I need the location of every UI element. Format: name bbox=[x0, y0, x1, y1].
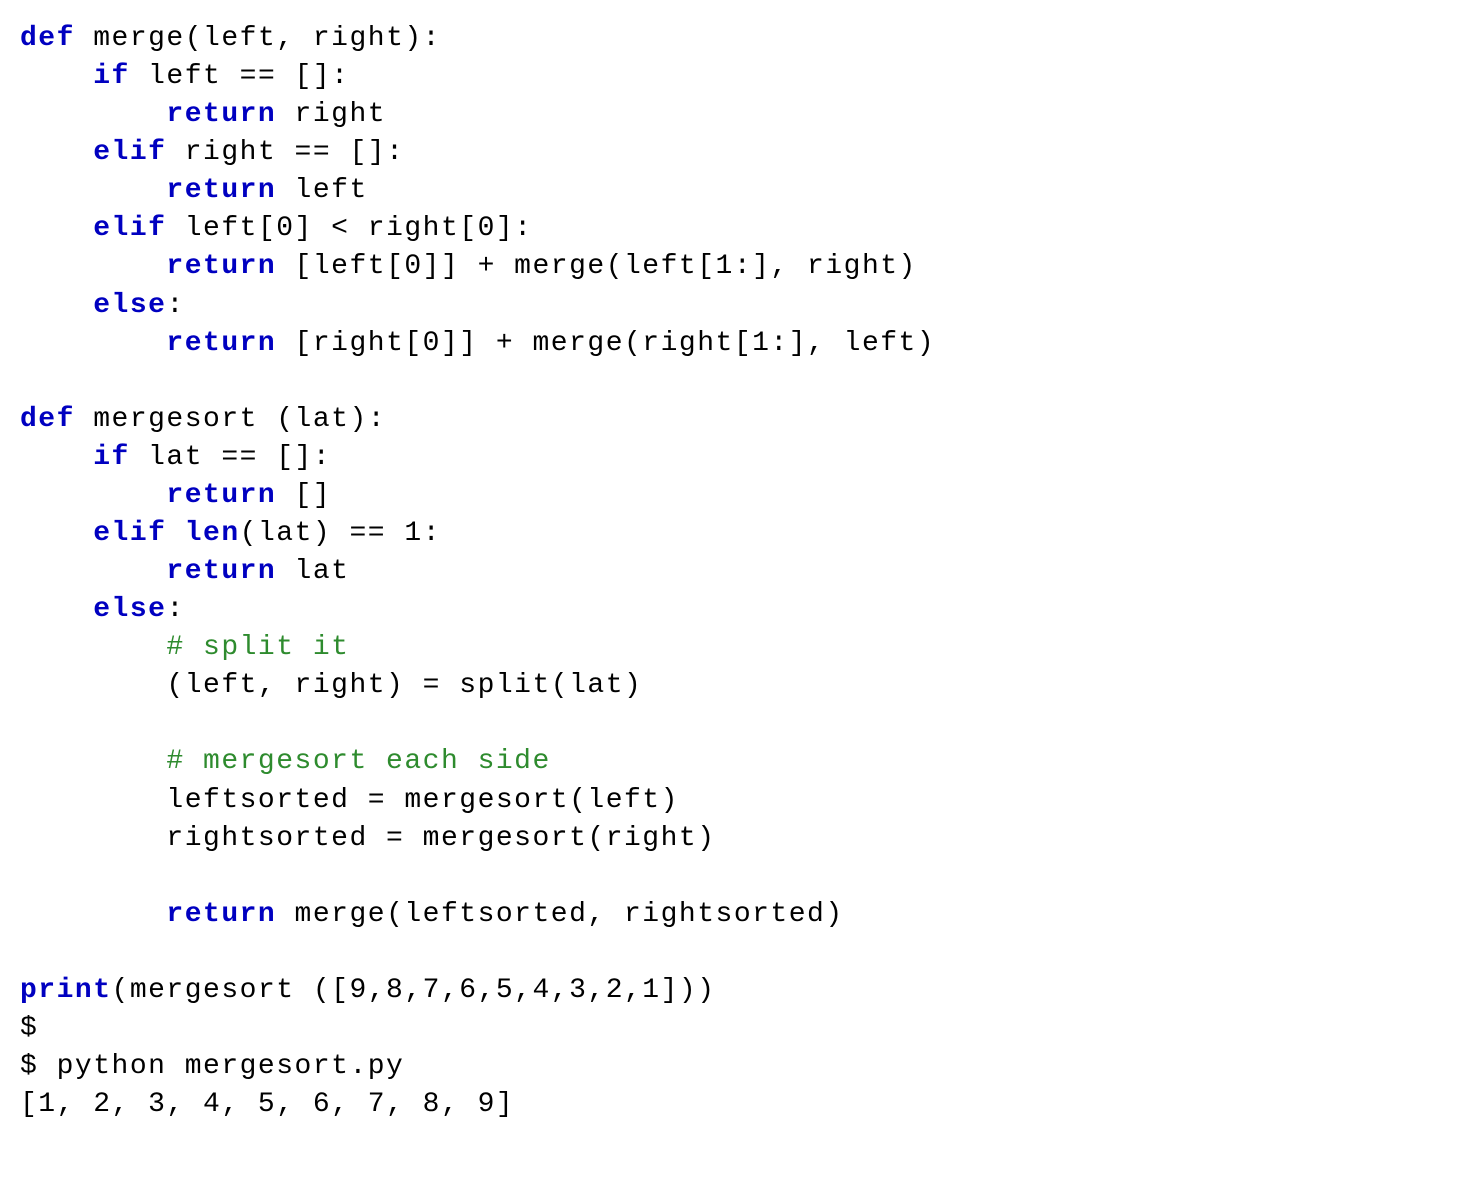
code-line bbox=[20, 858, 1450, 896]
code-line: return right bbox=[20, 96, 1450, 134]
code-line: elif len(lat) == 1: bbox=[20, 515, 1450, 553]
code-line: leftsorted = mergesort(left) bbox=[20, 782, 1450, 820]
code-line: (left, right) = split(lat) bbox=[20, 667, 1450, 705]
code-line: # split it bbox=[20, 629, 1450, 667]
code-line: elif left[0] < right[0]: bbox=[20, 210, 1450, 248]
code-line bbox=[20, 705, 1450, 743]
code-line: return lat bbox=[20, 553, 1450, 591]
code-line: def merge(left, right): bbox=[20, 20, 1450, 58]
code-line: def mergesort (lat): bbox=[20, 401, 1450, 439]
code-line: else: bbox=[20, 287, 1450, 325]
code-line: if lat == []: bbox=[20, 439, 1450, 477]
code-line: print(mergesort ([9,8,7,6,5,4,3,2,1])) bbox=[20, 972, 1450, 1010]
shell-prompt-1: $ bbox=[20, 1010, 1450, 1048]
code-line: else: bbox=[20, 591, 1450, 629]
code-line: return merge(leftsorted, rightsorted) bbox=[20, 896, 1450, 934]
code-line: # mergesort each side bbox=[20, 743, 1450, 781]
code-line: rightsorted = mergesort(right) bbox=[20, 820, 1450, 858]
code-line: return [left[0]] + merge(left[1:], right… bbox=[20, 248, 1450, 286]
code-line: if left == []: bbox=[20, 58, 1450, 96]
python-code-block: def merge(left, right): if left == []: r… bbox=[20, 20, 1450, 1010]
code-line: elif right == []: bbox=[20, 134, 1450, 172]
shell-result: [1, 2, 3, 4, 5, 6, 7, 8, 9] bbox=[20, 1086, 1450, 1124]
code-line: return left bbox=[20, 172, 1450, 210]
code-line: return [] bbox=[20, 477, 1450, 515]
code-line: return [right[0]] + merge(right[1:], lef… bbox=[20, 325, 1450, 363]
shell-output: $$ python mergesort.py[1, 2, 3, 4, 5, 6,… bbox=[20, 1010, 1450, 1124]
code-line bbox=[20, 363, 1450, 401]
shell-command: $ python mergesort.py bbox=[20, 1048, 1450, 1086]
code-line bbox=[20, 934, 1450, 972]
